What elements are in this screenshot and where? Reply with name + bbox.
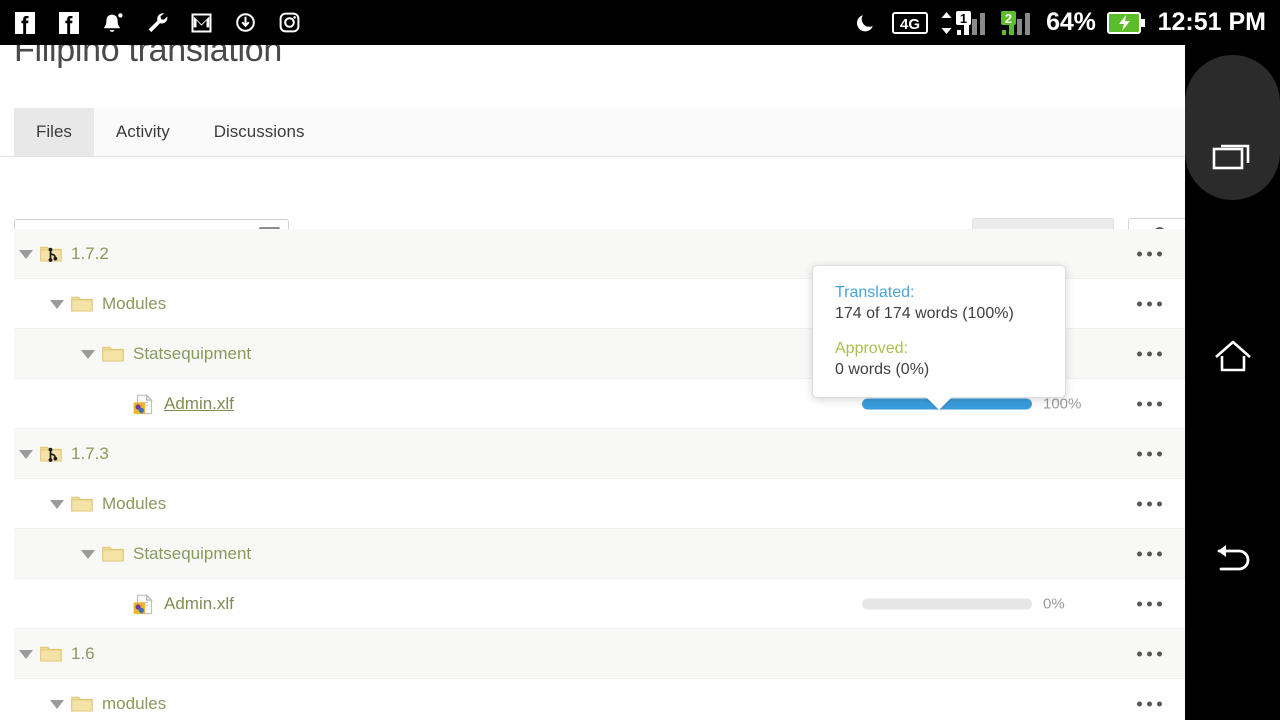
more-options-icon[interactable] xyxy=(1133,543,1166,564)
chevron-down-icon[interactable] xyxy=(81,347,95,360)
device-screen: 4G 1 2 64% 12:51 PM Filipino translation… xyxy=(0,0,1280,720)
tree-caret-placeholder xyxy=(112,397,125,410)
battery-percent-label: 64% xyxy=(1046,8,1096,36)
download-icon xyxy=(230,8,260,38)
progress-percent-label: 0% xyxy=(1043,595,1065,612)
tree-row[interactable]: Statsequipment xyxy=(14,529,1185,579)
tree-item-label[interactable]: Modules xyxy=(102,294,166,314)
gmail-icon xyxy=(186,8,216,38)
tree-item-label[interactable]: Statsequipment xyxy=(133,544,251,564)
back-icon xyxy=(1209,539,1257,584)
svg-text:4G: 4G xyxy=(900,16,920,33)
battery-charging-icon xyxy=(1106,8,1147,38)
branch-folder-icon xyxy=(40,244,62,263)
folder-icon xyxy=(102,544,124,563)
do-not-disturb-moon-icon xyxy=(851,8,881,38)
tooltip-translated-label: Translated: xyxy=(835,284,915,301)
translation-progress: 0% xyxy=(862,595,1085,612)
chevron-down-icon[interactable] xyxy=(19,247,33,260)
tab-files-label: Files xyxy=(36,122,72,141)
tab-bar: Files Activity Discussions xyxy=(0,108,1185,157)
tree-item-label[interactable]: Statsequipment xyxy=(133,344,251,364)
chevron-down-icon[interactable] xyxy=(50,697,64,710)
tree-row[interactable]: modules xyxy=(14,679,1185,720)
clock-label: 12:51 PM xyxy=(1157,8,1266,36)
folder-icon xyxy=(71,294,93,313)
tree-caret-placeholder xyxy=(112,597,125,610)
status-system-icons: 4G 1 2 64% 12:51 PM xyxy=(851,8,1266,38)
more-options-icon[interactable] xyxy=(1133,593,1166,614)
svg-text:2: 2 xyxy=(1005,11,1012,26)
xliff-file-icon xyxy=(133,393,155,415)
recent-apps-icon xyxy=(1210,137,1256,182)
browser-viewport: Filipino translation Files Activity Disc… xyxy=(0,45,1185,720)
network-type-label: 4G xyxy=(892,8,929,38)
svg-text:1: 1 xyxy=(960,11,967,26)
folder-icon xyxy=(40,644,62,663)
facebook-icon xyxy=(54,8,84,38)
sim2-signal-indicator: 2 xyxy=(1001,10,1035,36)
facebook-icon xyxy=(10,8,40,38)
folder-icon xyxy=(71,694,93,713)
more-options-icon[interactable] xyxy=(1133,443,1166,464)
progress-tooltip: Translated: 174 of 174 words (100%) Appr… xyxy=(812,265,1066,398)
tree-item-label[interactable]: Admin.xlf xyxy=(164,594,234,614)
page-title: Filipino translation xyxy=(14,45,283,69)
notification-bell-icon xyxy=(98,8,128,38)
chevron-down-icon[interactable] xyxy=(19,447,33,460)
tree-row[interactable]: Admin.xlf 0% xyxy=(14,579,1185,629)
more-options-icon[interactable] xyxy=(1133,293,1166,314)
more-options-icon[interactable] xyxy=(1133,493,1166,514)
tooltip-approved-value: 0 words (0%) xyxy=(835,361,930,378)
recent-apps-button[interactable] xyxy=(1185,109,1280,209)
xliff-file-icon xyxy=(133,593,155,615)
branch-folder-icon xyxy=(40,444,62,463)
chevron-down-icon[interactable] xyxy=(19,647,33,660)
tree-item-label[interactable]: 1.6 xyxy=(71,644,95,664)
progress-bar[interactable] xyxy=(862,598,1032,609)
more-options-icon[interactable] xyxy=(1133,343,1166,364)
files-toolbar: ✖ Translate All xyxy=(0,157,1185,256)
tree-row[interactable]: Modules xyxy=(14,479,1185,529)
home-icon xyxy=(1210,336,1256,383)
more-options-icon[interactable] xyxy=(1133,693,1166,714)
chevron-down-icon[interactable] xyxy=(81,547,95,560)
more-options-icon[interactable] xyxy=(1133,243,1166,264)
tab-files[interactable]: Files xyxy=(14,108,94,156)
tooltip-approved-label: Approved: xyxy=(835,340,908,357)
tab-discussions-label: Discussions xyxy=(213,122,305,141)
tooltip-translated-value: 174 of 174 words (100%) xyxy=(835,305,1014,322)
chevron-down-icon[interactable] xyxy=(50,297,64,310)
tree-item-label[interactable]: Admin.xlf xyxy=(164,394,234,414)
tree-row[interactable]: 1.6 xyxy=(14,629,1185,679)
status-notification-icons xyxy=(10,8,304,38)
tab-discussions[interactable]: Discussions xyxy=(192,108,327,156)
wrench-icon xyxy=(142,8,172,38)
folder-icon xyxy=(71,494,93,513)
android-navigation-bar xyxy=(1185,45,1280,720)
android-status-bar: 4G 1 2 64% 12:51 PM xyxy=(0,0,1280,45)
tree-item-label[interactable]: 1.7.2 xyxy=(71,244,109,264)
tab-activity[interactable]: Activity xyxy=(94,108,192,156)
more-options-icon[interactable] xyxy=(1133,393,1166,414)
more-options-icon[interactable] xyxy=(1133,643,1166,664)
tree-row[interactable]: 1.7.3 xyxy=(14,429,1185,479)
sim1-signal-indicator: 1 xyxy=(939,10,990,36)
back-button[interactable] xyxy=(1185,511,1280,611)
instagram-icon xyxy=(274,8,304,38)
tree-item-label[interactable]: Modules xyxy=(102,494,166,514)
folder-icon xyxy=(102,344,124,363)
tab-activity-label: Activity xyxy=(115,122,170,141)
chevron-down-icon[interactable] xyxy=(50,497,64,510)
tree-item-label[interactable]: 1.7.3 xyxy=(71,444,109,464)
tree-item-label[interactable]: modules xyxy=(102,694,166,714)
home-button[interactable] xyxy=(1185,309,1280,409)
